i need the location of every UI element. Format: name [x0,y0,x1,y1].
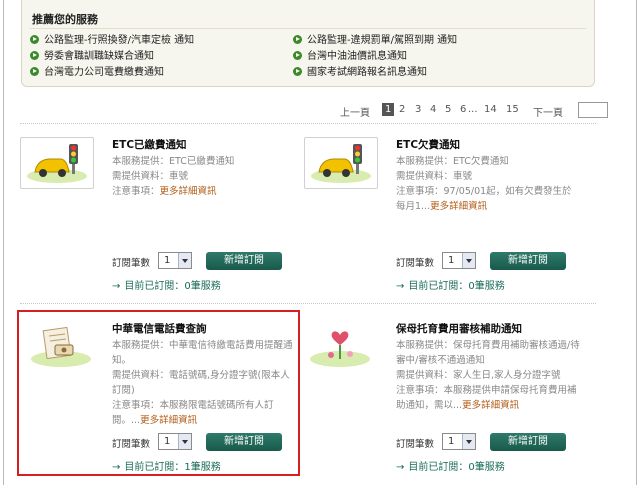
page-link[interactable]: 2 [399,104,405,115]
service-description: 本服務提供：ETC欠費通知 需提供資料：車號 注意事項：97/05/01起，如有… [396,156,572,212]
add-subscription-button[interactable]: 新增訂閱 [206,252,282,270]
prev-page-link[interactable]: 上一頁 [340,104,370,119]
service-title[interactable]: 保母托育費用審核補助通知 [396,321,522,336]
divider [30,28,586,29]
arrow-right-icon: → [112,281,121,292]
recommended-link[interactable]: 台灣中油油價訊息通知 [293,51,407,63]
chevron-down-icon[interactable] [462,434,475,449]
arrow-bullet-icon [293,51,302,60]
arrow-bullet-icon [30,51,39,60]
recommended-link[interactable]: 公路監理-違規罰單/駕照到期 通知 [293,35,457,47]
arrow-bullet-icon [30,67,39,76]
subscription-status: → 目前已訂閱：0筆服務 [396,281,505,292]
arrow-bullet-icon [30,35,39,44]
arrow-bullet-icon [293,67,302,76]
car-icon [20,137,94,189]
childcare-icon [304,321,378,373]
more-info-link[interactable]: 更多詳細資訊 [462,400,519,411]
page-link[interactable]: 14 [484,104,497,115]
divider [20,303,596,304]
arrow-bullet-icon [293,35,302,44]
page-link[interactable]: 6 [460,104,466,115]
recommended-services-panel: 推薦您的服務 公路監理-行照換發/汽車定檢 通知 公路監理-違規罰單/駕照到期 … [21,0,595,87]
chevron-down-icon[interactable] [462,253,475,268]
recommended-link[interactable]: 勞委會職訓職缺媒合通知 [30,51,154,63]
recommended-link[interactable]: 公路監理-行照換發/汽車定檢 通知 [30,35,194,47]
subscription-count-select[interactable]: 1 [442,433,476,450]
recommended-title: 推薦您的服務 [32,13,98,26]
car-icon [304,137,378,189]
subscription-count-select[interactable]: 1 [442,252,476,269]
service-title[interactable]: ETC已繳費通知 [112,137,187,152]
chevron-down-icon[interactable] [178,253,191,268]
page-link[interactable]: 3 [415,104,421,115]
page-link[interactable]: 5 [445,104,451,115]
subscription-count-select[interactable]: 1 [158,252,192,269]
service-title[interactable]: ETC欠費通知 [396,137,460,152]
page-jump-input[interactable] [578,102,608,118]
highlight-annotation [17,310,300,476]
more-info-link[interactable]: 更多詳細資訊 [430,201,487,212]
subscription-status: → 目前已訂閱：0筆服務 [112,281,221,292]
arrow-right-icon: → [396,281,405,292]
add-subscription-button[interactable]: 新增訂閱 [490,433,566,451]
recommended-link[interactable]: 台灣電力公司電費繳費通知 [30,67,164,79]
next-page-link[interactable]: 下一頁 [533,104,563,119]
recommended-link[interactable]: 國家考試網路報名訊息通知 [293,67,427,79]
more-info-link[interactable]: 更多詳細資訊 [160,186,217,197]
page-link[interactable]: 4 [430,104,436,115]
page-link[interactable]: 15 [506,104,519,115]
add-subscription-button[interactable]: 新增訂閱 [490,252,566,270]
page-ellipsis: ... [468,104,478,115]
subscription-status: → 目前已訂閱：0筆服務 [396,462,505,473]
service-description: 本服務提供：保母托育費用補助審核通過/待審中/審核不通過通知 需提供資料：家人生… [396,340,580,411]
divider [20,123,596,124]
arrow-right-icon: → [396,462,405,473]
current-page: 1 [382,103,395,116]
service-description: 本服務提供：ETC已繳費通知 需提供資料：車號 注意事項：更多詳細資訊 [112,156,235,197]
